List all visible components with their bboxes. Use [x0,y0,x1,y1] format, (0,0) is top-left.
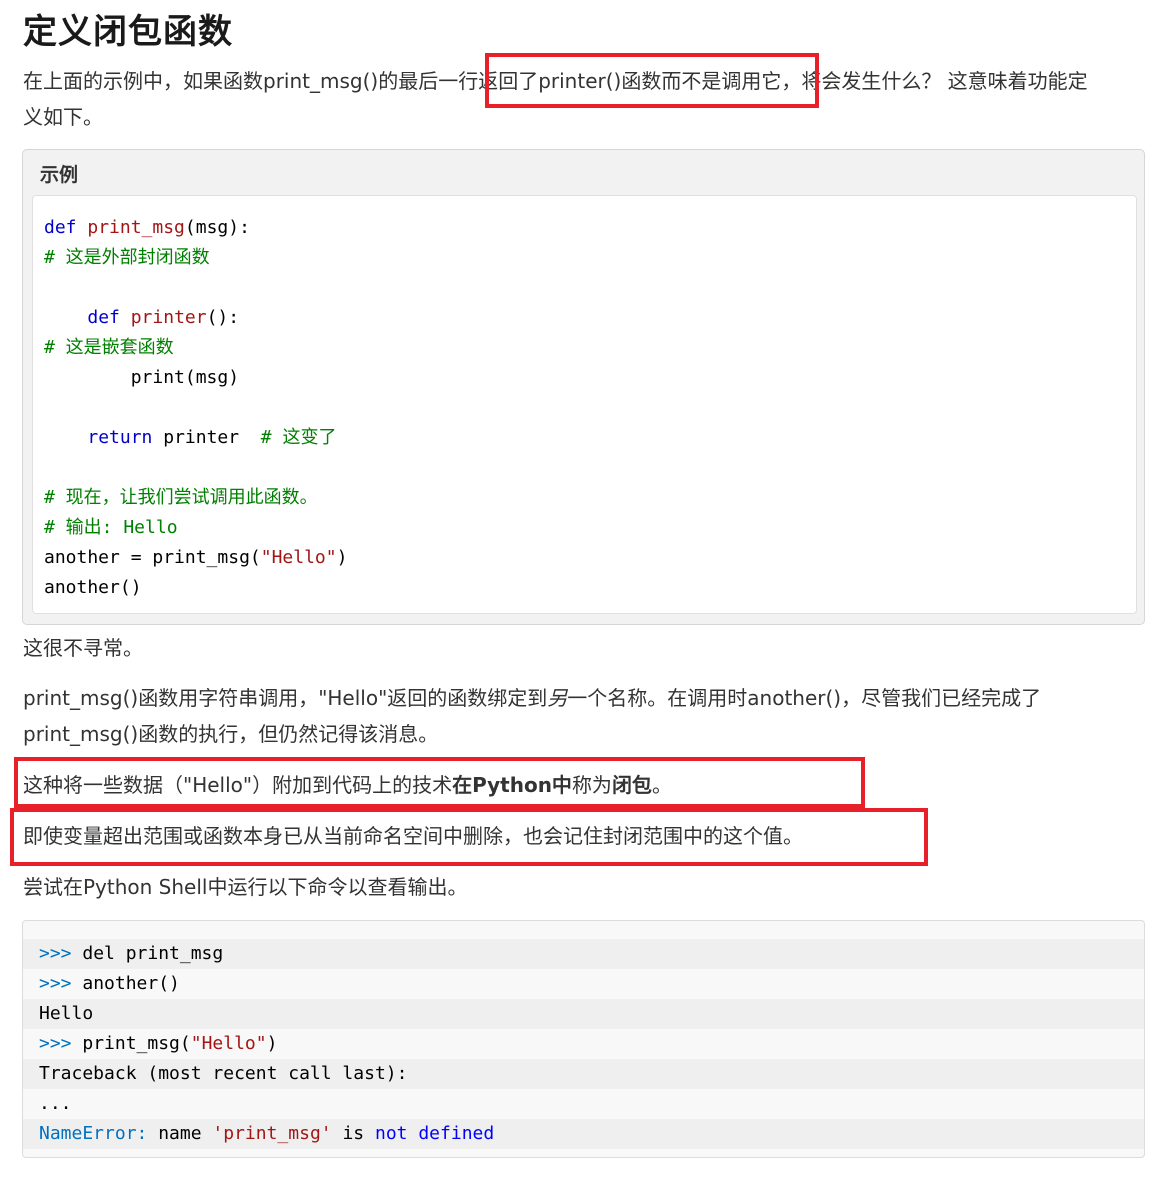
code-line: def printer(): [33,303,1136,333]
shell-output: ... [39,1093,72,1114]
code-block[interactable]: def print_msg(msg): # 这是外部封闭函数 def print… [32,195,1137,614]
shell-line: Hello [23,999,1144,1029]
explain-text-1: print_msg()函数用字符串调用，"Hello"返回的函数绑定到 [23,686,548,710]
code-function-name: printer [130,307,207,328]
code-text: (msg): [184,217,250,238]
paragraph-explanation: print_msg()函数用字符串调用，"Hello"返回的函数绑定到另一个名称… [23,680,1138,752]
shell-text: ) [266,1033,278,1054]
explain-emphasis: 另 [547,686,568,710]
code-function-name: print_msg [87,217,185,238]
shell-line: Traceback (most recent call last): [23,1059,1144,1089]
intro-text-3: ，将会发生什么？ 这意味着功能定 [781,69,1088,93]
code-line: def print_msg(msg): [33,213,1136,243]
shell-output: Hello [39,1003,94,1024]
code-line: return printer # 这变了 [33,423,1136,453]
paragraph-try-shell: 尝试在Python Shell中运行以下命令以查看输出。 [23,875,468,899]
shell-line: NameError: name 'print_msg' is not defin… [23,1119,1144,1149]
page-title: 定义闭包函数 [23,12,233,52]
highlight-box-remember [10,808,928,866]
shell-code-block[interactable]: >>> del print_msg >>> another() Hello >>… [22,920,1145,1158]
explain-text-2: 一个名称。在调用时another()，尽管我们已经完成了 [567,686,1042,710]
code-text: print(msg) [130,367,240,388]
code-keyword: def [44,217,77,238]
code-text: printer [152,427,261,448]
code-comment: # 输出: Hello [44,517,178,538]
highlight-box-return-printer [485,53,819,108]
shell-text: name [147,1123,213,1144]
code-comment: # 这变了 [260,427,337,448]
shell-text: is [331,1123,375,1144]
shell-text: del print_msg [71,943,224,964]
highlight-box-closure [14,757,865,808]
code-line: print(msg) [33,363,1136,393]
code-keyword: def [87,307,120,328]
code-line: another() [33,573,1136,603]
code-comment: # 这是外部封闭函数 [44,247,210,268]
shell-line: ... [23,1089,1144,1119]
shell-line: >>> another() [23,969,1144,999]
intro-text-1: 在上面的示例中，如果函数print_msg()的最后一行 [23,69,479,93]
example-box: 示例 def print_msg(msg): # 这是外部封闭函数 def pr… [22,149,1145,625]
code-comment: # 这是嵌套函数 [44,337,174,358]
shell-text: another() [71,973,180,994]
shell-line: >>> print_msg("Hello") [23,1029,1144,1059]
paragraph-unusual: 这很不寻常。 [23,636,143,660]
shell-error-name: NameError: [39,1123,148,1144]
example-title: 示例 [40,164,79,186]
shell-output: Traceback (most recent call last): [39,1063,408,1084]
code-string: "Hello" [260,547,337,568]
shell-prompt: >>> [39,943,72,964]
code-text: another = print_msg( [44,547,261,568]
shell-keyword: defined [418,1123,495,1144]
shell-line: >>> del print_msg [23,939,1144,969]
shell-keyword: not [374,1123,408,1144]
shell-string: "Hello" [190,1033,267,1054]
shell-prompt: >>> [39,1033,72,1054]
code-comment: # 现在，让我们尝试调用此函数。 [44,487,318,508]
code-line: another = print_msg("Hello") [33,543,1136,573]
shell-string: 'print_msg' [212,1123,332,1144]
code-text: (): [206,307,240,328]
intro-text-line2: 义如下。 [23,105,103,129]
code-text: ) [336,547,348,568]
code-keyword: return [87,427,153,448]
shell-text: print_msg( [71,1033,191,1054]
shell-text [408,1123,419,1144]
explain-text-line2: print_msg()函数的执行，但仍然记得该消息。 [23,722,439,746]
code-text: another() [44,577,142,598]
shell-prompt: >>> [39,973,72,994]
